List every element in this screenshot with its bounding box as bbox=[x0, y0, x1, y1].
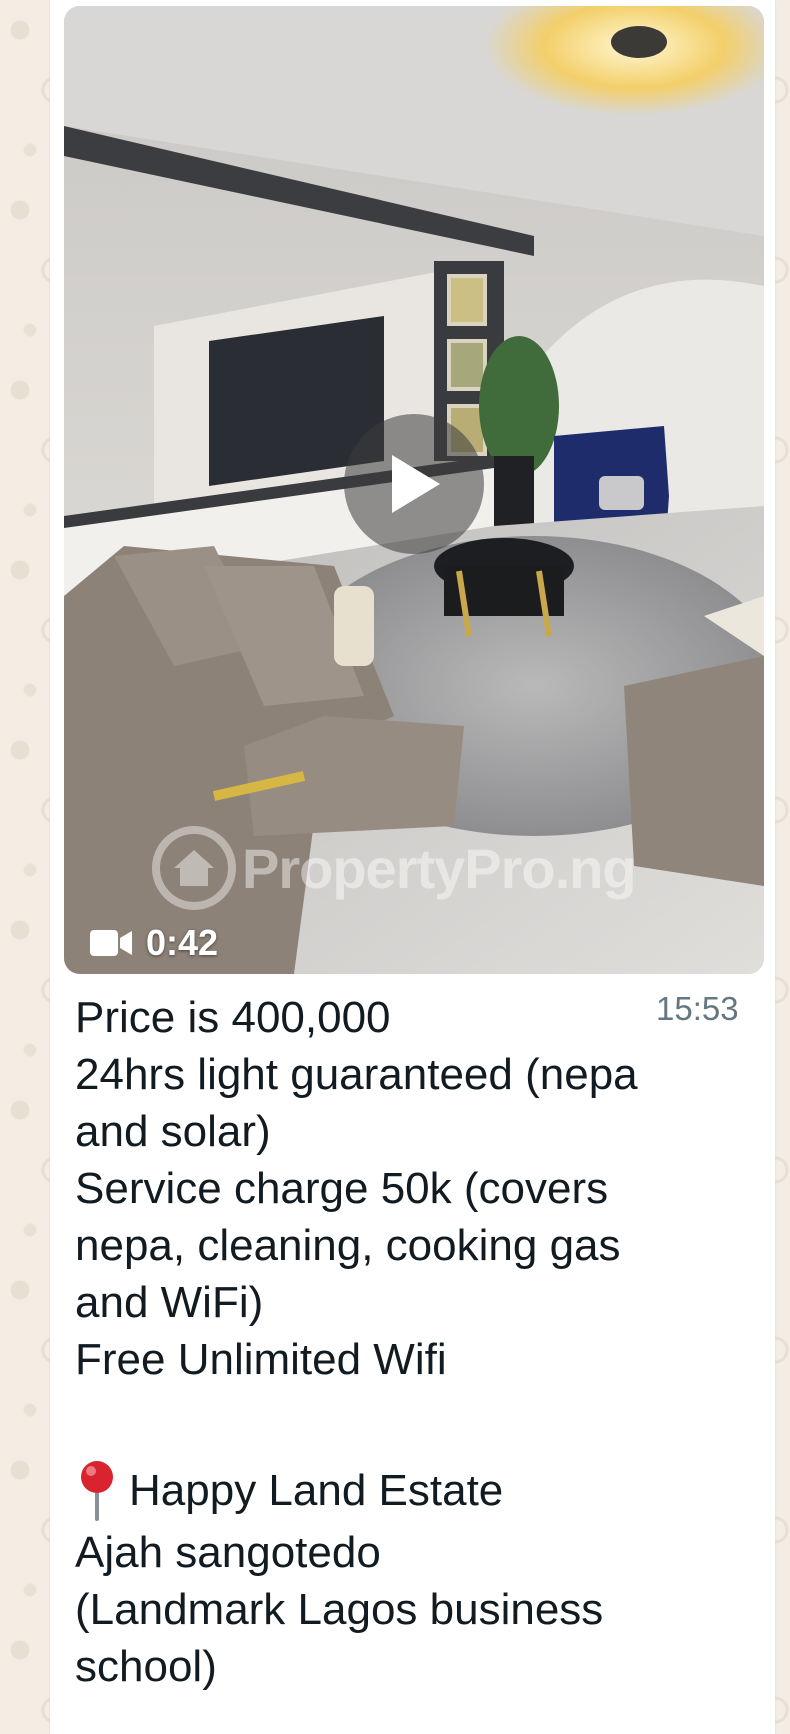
watermark: PropertyPro.ng bbox=[152, 826, 637, 910]
message-line: nepa, cleaning, cooking gas bbox=[75, 1221, 621, 1270]
location-name: Happy Land Estate bbox=[129, 1465, 504, 1515]
address-line: Ajah sangotedo bbox=[75, 1528, 381, 1577]
video-camera-icon bbox=[90, 930, 132, 956]
address-line: school) bbox=[75, 1642, 217, 1691]
message-text: Price is 400,000 24hrs light guaranteed … bbox=[75, 989, 715, 1695]
message-line: 24hrs light guaranteed (nepa bbox=[75, 1050, 638, 1099]
message-line: Price is 400,000 bbox=[75, 993, 391, 1042]
pin-icon bbox=[81, 1461, 113, 1521]
play-icon bbox=[392, 455, 440, 513]
message-line: and WiFi) bbox=[75, 1278, 264, 1327]
house-logo-icon bbox=[152, 826, 236, 910]
message-line: and solar) bbox=[75, 1107, 271, 1156]
play-button[interactable] bbox=[344, 414, 484, 554]
address-line: (Landmark Lagos business bbox=[75, 1585, 604, 1634]
message-line: Service charge 50k (covers bbox=[75, 1164, 609, 1213]
video-thumbnail[interactable]: PropertyPro.ng 0:42 bbox=[64, 6, 764, 974]
video-duration: 0:42 bbox=[90, 922, 218, 964]
watermark-text: PropertyPro.ng bbox=[242, 836, 637, 900]
duration-label: 0:42 bbox=[146, 922, 219, 963]
location-row: Happy Land Estate bbox=[75, 1456, 715, 1524]
message-line: Free Unlimited Wifi bbox=[75, 1335, 447, 1384]
